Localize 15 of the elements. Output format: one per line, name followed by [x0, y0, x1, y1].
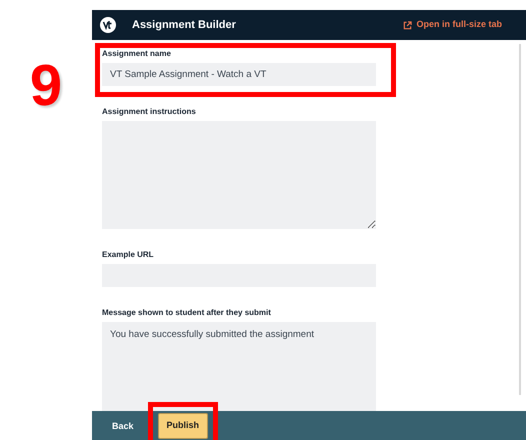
step-number: 9 — [30, 57, 62, 120]
external-link-icon — [403, 20, 412, 30]
text-area[interactable] — [102, 121, 376, 229]
input-field[interactable]: VT Sample Assignment - Watch a VT — [102, 63, 376, 86]
logo-icon — [100, 17, 116, 33]
field-label: Example URL — [102, 249, 155, 261]
scrollbar[interactable] — [519, 44, 521, 395]
field-label: Message shown to student after they submit — [102, 307, 272, 319]
field-label: Assignment name — [102, 48, 172, 60]
open-full-size-link[interactable]: Open in full-size tab — [403, 18, 502, 32]
text-area[interactable]: You have successfully submitted the assignment — [102, 322, 376, 411]
back-button[interactable]: Back — [112, 416, 134, 438]
header-title: Assignment Builder — [132, 18, 236, 33]
field-label: Assignment instructions — [102, 106, 197, 118]
publish-button[interactable]: Publish — [158, 413, 208, 439]
